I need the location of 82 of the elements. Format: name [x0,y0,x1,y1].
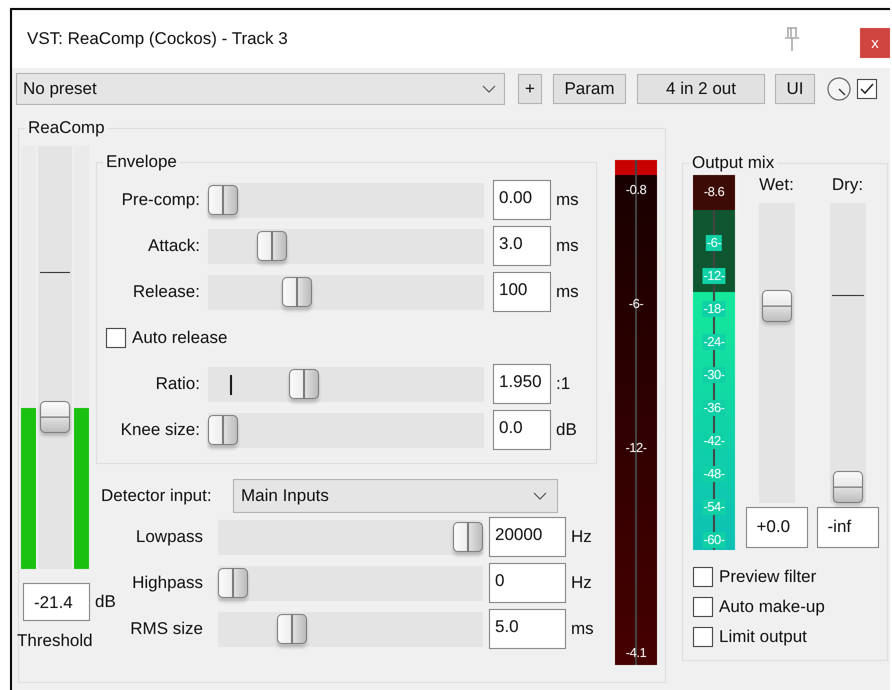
param-label: Knee size: [120,420,200,440]
checkbox[interactable] [693,597,713,617]
param-label: Highpass [131,573,203,593]
toolbar-button[interactable]: Param [553,74,626,104]
unit-label: dB [95,592,116,612]
threshold-label: Threshold [17,631,93,651]
meter-peak-readout: -8.6 [702,184,726,200]
unit-label: Hz [571,573,592,593]
unit-label: ms [556,190,579,210]
group-title: ReaComp [27,118,106,138]
knob-icon[interactable] [825,75,853,103]
meter-peak-readout: -0.8 [624,182,648,198]
meter-scale-label: -30- [702,367,726,383]
threshold-field[interactable]: -21.4 [23,583,90,621]
meter-scale-label: -12- [702,268,726,284]
unit-label: Hz [571,527,592,547]
value-field[interactable]: 0 [489,563,566,603]
unit-label: ms [571,619,594,639]
value-field[interactable]: 100 [493,272,551,312]
fader-slider[interactable] [758,203,794,503]
param-label: Ratio: [154,374,200,394]
unit-label: ms [556,282,579,302]
fader-slider[interactable] [830,203,866,503]
chevron-down-icon [482,85,496,93]
meter-scale-label: -18- [702,301,726,317]
meter-scale-label: -24- [702,334,726,350]
value-field[interactable]: 20000 [489,517,566,557]
detector-label: Detector input: [101,486,213,506]
checkbox-label: Preview filter [719,567,816,587]
param-slider[interactable] [208,228,484,264]
unit-label: :1 [556,374,570,394]
value-field[interactable]: 1.950 [493,364,551,404]
close-button[interactable]: x [860,28,890,58]
preset-dropdown[interactable]: No preset [16,73,505,105]
meter-scale-label: -36- [702,400,726,416]
param-slider[interactable] [218,520,483,554]
value-field[interactable]: +0.0 [746,507,808,548]
checkbox[interactable] [693,627,713,647]
window-title: VST: ReaComp (Cockos) - Track 3 [27,29,288,49]
param-slider[interactable] [208,366,484,402]
unit-label: ms [556,236,579,256]
value-field[interactable]: 0.0 [493,410,551,450]
toolbar-button[interactable]: + [518,74,542,104]
pin-icon[interactable] [783,27,801,53]
fader-label: Dry: [832,175,864,195]
chevron-down-icon [533,492,547,500]
checkbox[interactable] [106,328,126,348]
meter-scale-label: -12- [624,440,648,456]
meter-reading: -4.1 [624,645,648,661]
unit-label: dB [556,420,577,440]
value-field[interactable]: 3.0 [493,226,551,266]
param-label: RMS size [129,619,203,639]
enable-checkbox[interactable] [857,79,877,99]
meter-scale-label: -6- [706,235,722,251]
meter-scale-label: -48- [702,466,726,482]
group-title: Output mix [691,153,776,173]
fader-label: Wet: [759,175,794,195]
meter-scale-label: -54- [702,499,726,515]
param-label: Lowpass [134,527,203,547]
value-field[interactable]: -inf [816,507,878,548]
param-label: Pre-comp: [120,190,200,210]
param-slider[interactable] [218,566,483,600]
param-slider[interactable] [208,274,484,310]
group-title: Envelope [105,152,178,172]
value-field[interactable]: 5.0 [489,609,566,649]
meter-scale-label: -42- [702,433,726,449]
value-field[interactable]: 0.00 [493,180,551,220]
meter-scale-label: -60- [702,532,726,548]
threshold-slider[interactable] [38,146,72,569]
meter-scale-label: -6- [628,296,644,312]
param-slider[interactable] [208,412,484,448]
toolbar-button[interactable]: UI [775,74,815,104]
param-label: Attack: [147,236,200,256]
param-slider[interactable] [218,612,483,646]
param-label: Release: [132,282,200,302]
checkbox-label: Limit output [719,627,807,647]
checkbox[interactable] [693,567,713,587]
detector-dropdown[interactable]: Main Inputs [233,479,558,513]
checkbox-label: Auto release [132,328,228,348]
toolbar-button[interactable]: 4 in 2 out [637,74,765,104]
param-slider[interactable] [208,182,484,218]
checkbox-label: Auto make-up [719,597,825,617]
